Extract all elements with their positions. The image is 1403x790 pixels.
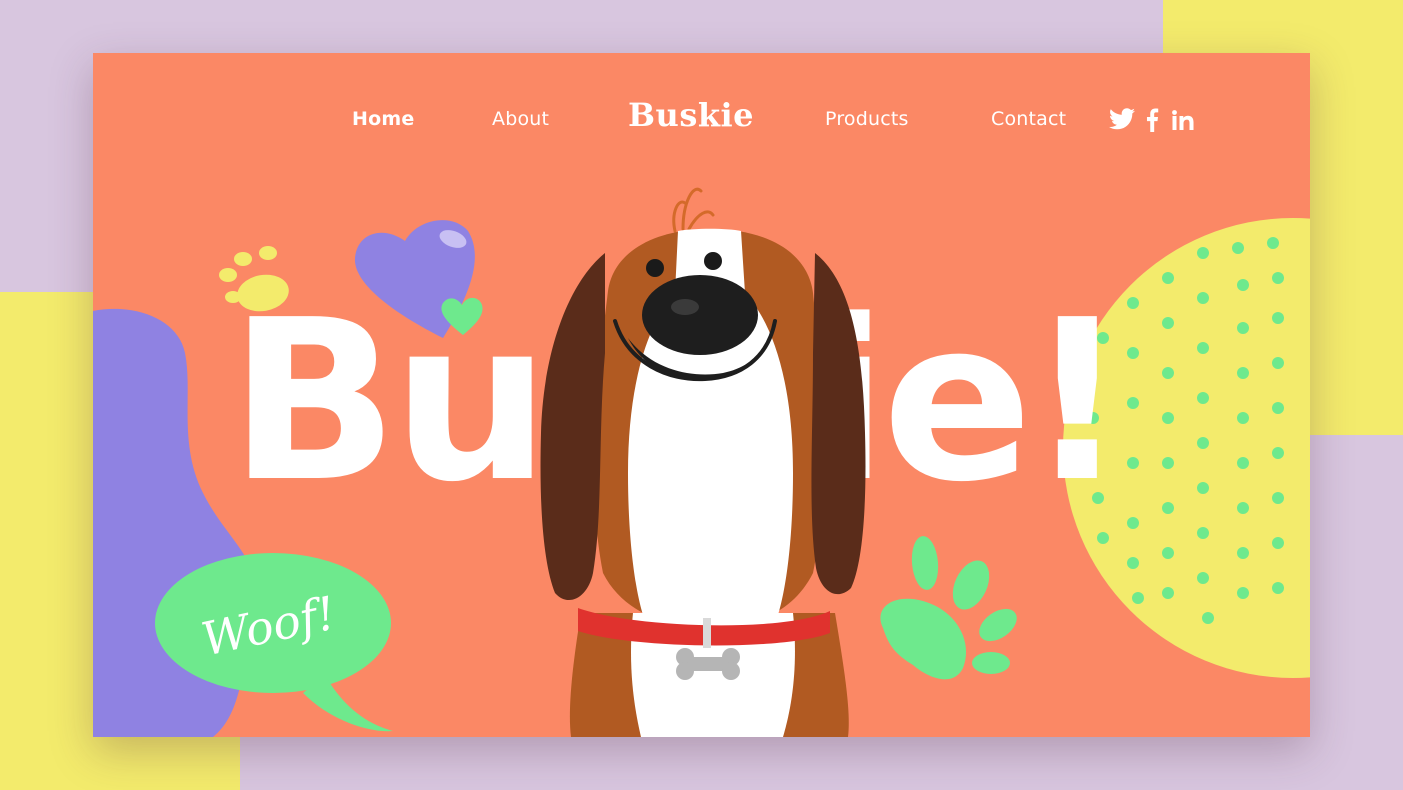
dog-illustration — [540, 187, 866, 737]
dog-ear-right — [811, 253, 866, 595]
green-paw — [880, 536, 1017, 680]
hero-card: Home About Buskie Products Contact Buski… — [93, 53, 1310, 737]
dog-nose — [642, 275, 758, 355]
dog-ear-left — [540, 253, 605, 601]
